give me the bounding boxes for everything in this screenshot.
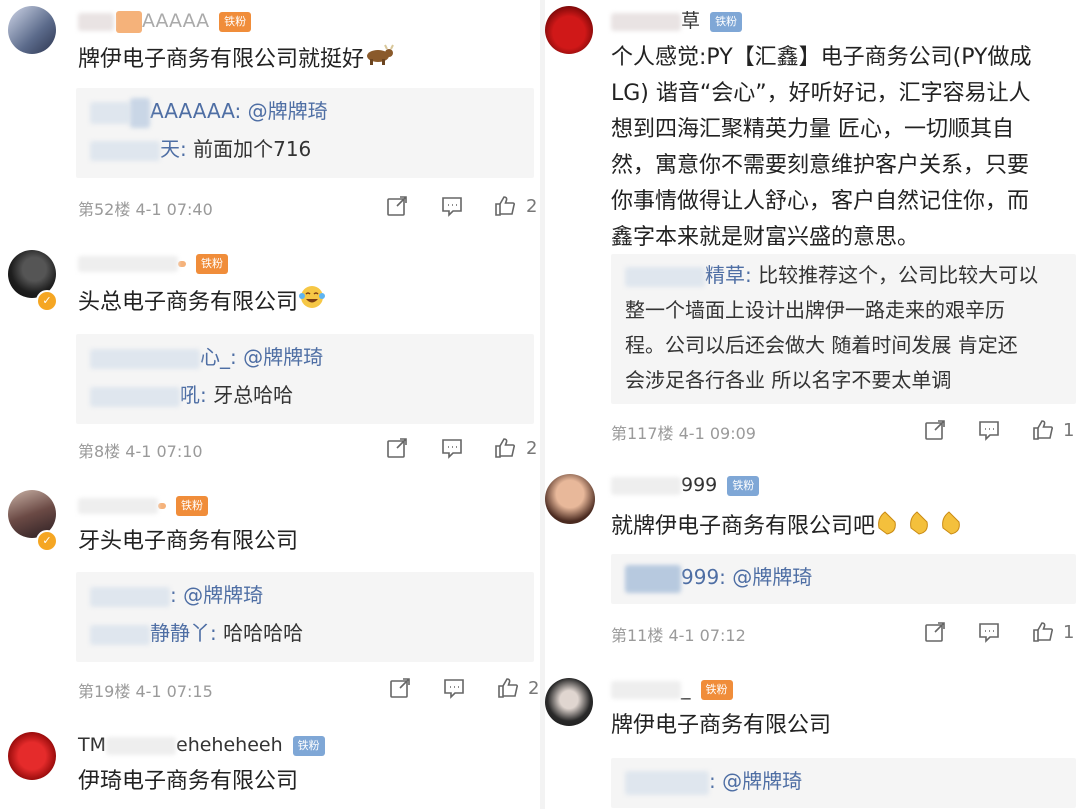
- thumbs-up-icon[interactable]: [493, 436, 521, 460]
- thumbs-up-icon[interactable]: [496, 676, 524, 700]
- fan-badge: 铁粉: [727, 475, 760, 496]
- reply-box[interactable]: 999: @牌牌琦: [611, 554, 1076, 604]
- floor-timestamp: 第8楼 4-1 07:10: [78, 442, 203, 461]
- left-panel: AAAAA 铁粉 牌伊电子商务有限公司就挺好 AAAAAA: @牌牌琦 天: 前…: [0, 0, 540, 809]
- like-count: 1: [1063, 622, 1075, 643]
- avatar[interactable]: [8, 732, 56, 780]
- verified-badge-icon: ✓: [36, 530, 58, 552]
- comment-text: 个人感觉:PY【汇鑫】电子商务公司(PY做成 LG) 谐音“会心”，好听好记，汇…: [611, 45, 1032, 250]
- clapping-hands-emoji-icon: [875, 506, 971, 548]
- avatar[interactable]: [545, 474, 595, 524]
- thumbs-up-icon[interactable]: [493, 194, 521, 218]
- comment-text: 伊琦电子商务有限公司: [78, 769, 299, 794]
- reply-box[interactable]: 精草: 比较推荐这个，公司比较大可以 整一个墙面上设计出牌伊一路走来的艰辛历 程…: [611, 254, 1076, 404]
- floor-timestamp: 第117楼 4-1 09:09: [611, 424, 756, 443]
- comment-text: 牙头电子商务有限公司: [78, 529, 299, 554]
- fan-badge: 铁粉: [710, 11, 743, 32]
- comment-icon[interactable]: [977, 620, 1005, 644]
- share-icon[interactable]: [385, 194, 413, 218]
- avatar[interactable]: [545, 678, 593, 726]
- laughing-crying-emoji-icon: [298, 284, 326, 322]
- fan-badge: 铁粉: [176, 495, 209, 516]
- floor-timestamp: 第52楼 4-1 07:40: [78, 200, 213, 219]
- username[interactable]: 铁粉: [78, 494, 209, 516]
- username[interactable]: _ 铁粉: [611, 678, 733, 700]
- comment-icon[interactable]: [440, 194, 468, 218]
- fan-badge: 铁粉: [700, 679, 733, 700]
- thumbs-up-icon[interactable]: [1031, 620, 1059, 644]
- username[interactable]: 草 铁粉: [611, 6, 743, 33]
- fan-badge: 铁粉: [196, 253, 229, 274]
- reply-box[interactable]: : @牌牌琦 静静丫: 哈哈哈哈: [76, 572, 534, 662]
- share-icon[interactable]: [388, 676, 416, 700]
- fan-badge: 铁粉: [219, 11, 252, 32]
- comment-text: 牌伊电子商务有限公司就挺好: [78, 42, 394, 78]
- like-count: 1: [1063, 420, 1075, 441]
- comment-text: 牌伊电子商务有限公司: [611, 713, 832, 738]
- share-icon[interactable]: [385, 436, 413, 460]
- comment-text: 头总电子商务有限公司: [78, 284, 326, 322]
- comment-icon[interactable]: [440, 436, 468, 460]
- username[interactable]: 999 铁粉: [611, 474, 760, 496]
- thumbs-up-icon[interactable]: [1031, 418, 1059, 442]
- fan-badge: 铁粉: [292, 735, 325, 756]
- like-count: 2: [528, 678, 540, 699]
- avatar[interactable]: [8, 6, 56, 54]
- username[interactable]: 铁粉: [78, 252, 229, 274]
- reply-box[interactable]: : @牌牌琦: [611, 758, 1076, 808]
- comment-text: 就牌伊电子商务有限公司吧: [611, 506, 971, 548]
- share-icon[interactable]: [923, 418, 951, 442]
- verified-badge-icon: ✓: [36, 290, 58, 312]
- username[interactable]: AAAAA 铁粉: [78, 10, 252, 33]
- reply-box[interactable]: 心_: @牌牌琦 吼: 牙总哈哈: [76, 334, 534, 424]
- ox-emoji-icon: [364, 42, 394, 78]
- share-icon[interactable]: [923, 620, 951, 644]
- comment-icon[interactable]: [977, 418, 1005, 442]
- username[interactable]: TM eheheheeh 铁粉: [78, 734, 325, 756]
- like-count: 2: [526, 196, 538, 217]
- right-panel: 草 铁粉 个人感觉:PY【汇鑫】电子商务公司(PY做成 LG) 谐音“会心”，好…: [545, 0, 1080, 809]
- like-count: 2: [526, 438, 538, 459]
- comment-icon[interactable]: [442, 676, 470, 700]
- floor-timestamp: 第11楼 4-1 07:12: [611, 626, 746, 645]
- reply-box[interactable]: AAAAAA: @牌牌琦 天: 前面加个716: [76, 88, 534, 178]
- floor-timestamp: 第19楼 4-1 07:15: [78, 682, 213, 701]
- avatar[interactable]: [545, 6, 593, 54]
